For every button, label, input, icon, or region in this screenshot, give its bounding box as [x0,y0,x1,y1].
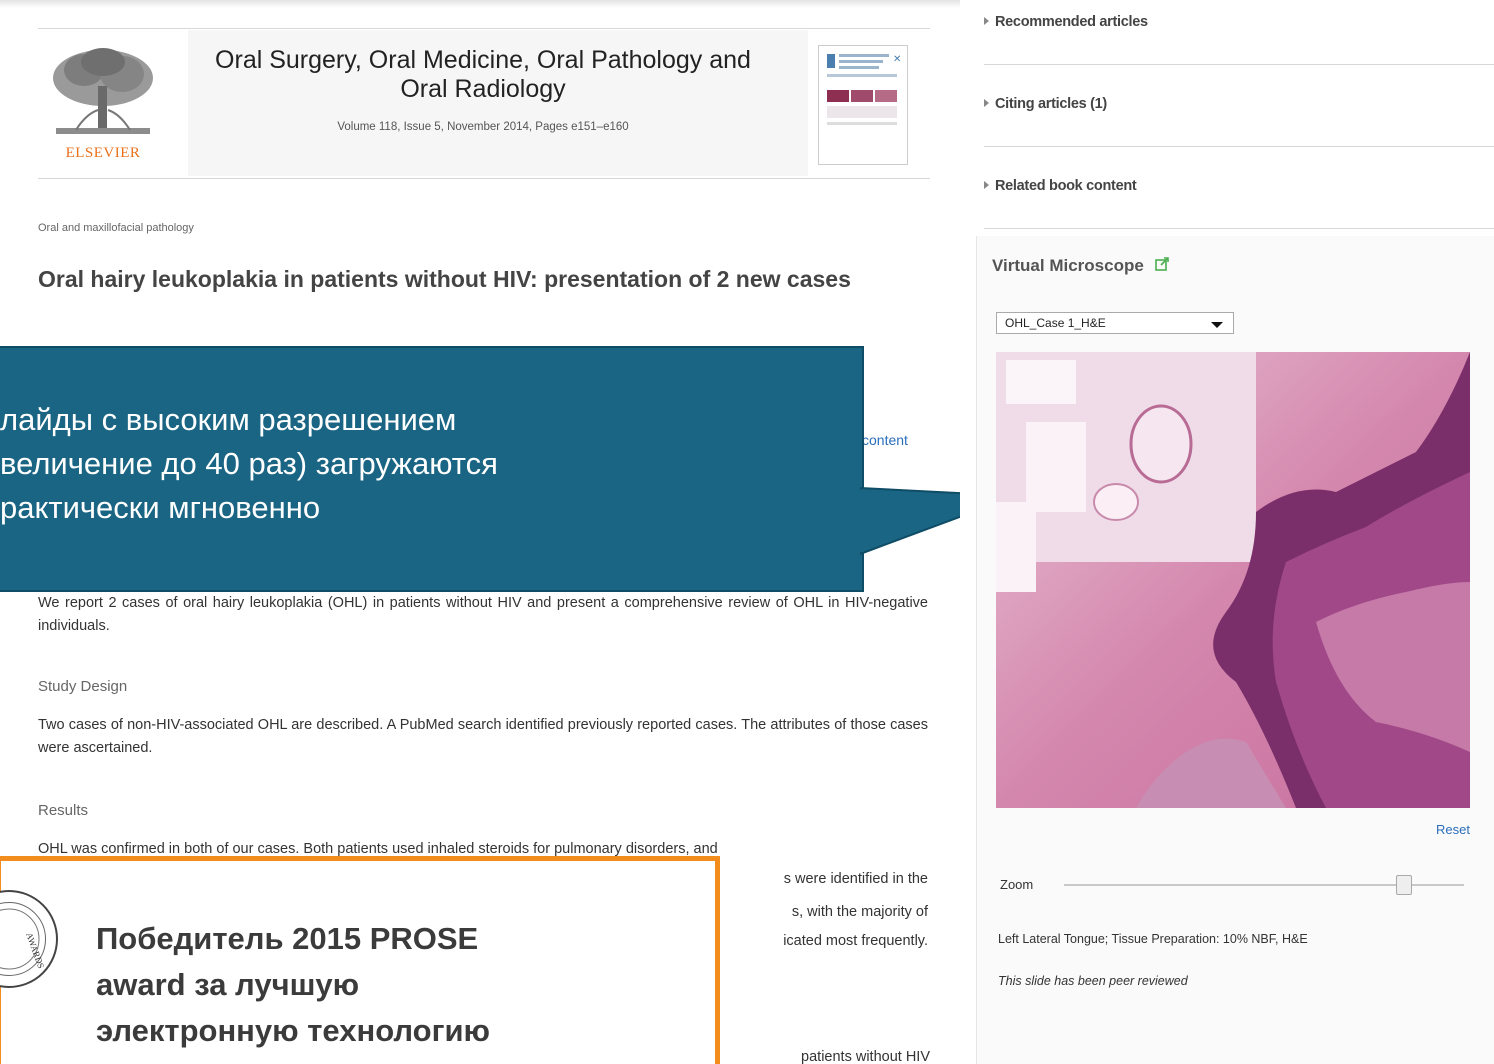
related-book-content-label: Related book content [995,178,1137,194]
expand-triangle-icon [984,17,989,25]
tree-icon [53,48,153,134]
cover-image: ✕ [821,48,905,162]
slide-select-value: OHL_Case 1_H&E [1005,316,1106,330]
elsevier-wordmark: ELSEVIER [65,145,141,161]
histology-slide-viewer[interactable] [996,352,1470,808]
sidebar-divider [984,146,1494,147]
content-link[interactable]: content [862,432,908,448]
header-divider-bottom [38,178,930,179]
elsevier-logo[interactable]: ELSEVIER [46,44,160,162]
expand-triangle-icon [984,99,989,107]
external-link-icon[interactable] [1155,257,1169,271]
zoom-slider-handle[interactable] [1396,875,1412,895]
award-seal-icon: AWARDS [0,890,58,988]
conclusion-line-fragment: patients without HIV [801,1049,930,1064]
chevron-down-icon [1211,322,1223,328]
expand-triangle-icon [984,181,989,189]
recommended-articles-label: Recommended articles [995,14,1148,30]
article-title: Oral hairy leukoplakia in patients witho… [38,266,851,292]
sidebar-divider [984,228,1494,229]
zoom-label: Zoom [1000,877,1034,892]
journal-issue[interactable]: Volume 118, Issue 5, November 2014, Page… [188,121,778,133]
header-divider-top [38,28,930,29]
sidebar-divider [984,64,1494,65]
recommended-articles-link[interactable]: Recommended articles [984,14,1148,30]
citing-articles-link[interactable]: Citing articles (1) [984,96,1107,112]
citing-articles-label: Citing articles (1) [995,96,1107,112]
results-heading: Results [38,802,89,819]
award-seal-art: AWARDS [0,908,46,970]
journal-title[interactable]: Oral Surgery, Oral Medicine, Oral Pathol… [188,46,778,104]
reset-link[interactable]: Reset [1436,822,1470,837]
virtual-microscope-title[interactable]: Virtual Microscope [992,256,1144,276]
award-seal-text: AWARDS [24,931,46,969]
article-section-label: Oral and maxillofacial pathology [38,222,194,234]
sidebar: Recommended articles Citing articles (1)… [960,0,1494,1064]
award-text: Победитель 2015 PROSE award за лучшую эл… [96,921,491,1048]
related-book-content-link[interactable]: Related book content [984,178,1137,194]
slide-select[interactable]: OHL_Case 1_H&E [996,312,1234,334]
callout-text: лайды с высоким разрешением величение до… [0,402,498,525]
objective-paragraph: We report 2 cases of oral hairy leukopla… [38,595,928,634]
slide-caption: Left Lateral Tongue; Tissue Preparation:… [998,932,1308,946]
study-design-paragraph: Two cases of non-HIV-associated OHL are … [38,717,928,756]
svg-text:✕: ✕ [893,54,901,65]
histology-slide-image [996,352,1470,808]
study-design-heading: Study Design [38,678,128,695]
journal-cover-thumbnail[interactable]: ✕ [818,45,908,165]
peer-review-note: This slide has been peer reviewed [998,974,1188,988]
